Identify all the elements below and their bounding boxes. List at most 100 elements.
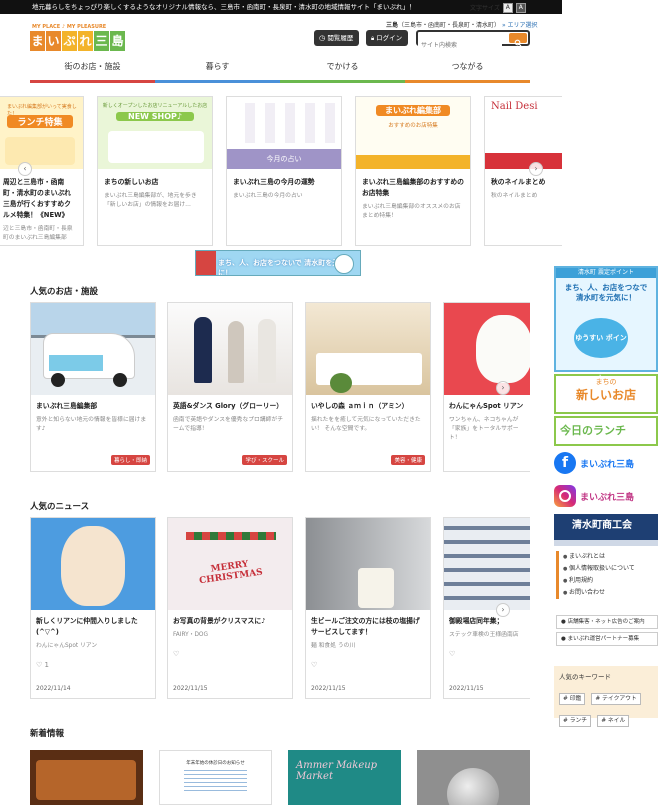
shop-photo — [168, 303, 292, 395]
search-button[interactable] — [509, 33, 527, 47]
news-title: お写真の背景がクリスマスに♪ — [173, 617, 266, 625]
card-desc: まいぷれ三島編集部が、地元を歩き「新しいお店」の情報をお届け… — [104, 193, 197, 208]
yusui-sidebar-banner[interactable]: 清水町 震定ポイント まち、人、お店をつなで 清水町を元気に！ ゆうすい ポイン… — [554, 266, 658, 382]
new-info-card[interactable]: Ammer Makeup Market — [288, 750, 401, 805]
news-title: 生ビールご注文の方には枝の塩揚げサービスしてます！ — [311, 617, 420, 636]
keyword-chip[interactable]: # ランチ — [559, 715, 592, 727]
search-box — [416, 30, 530, 52]
shop-photo — [31, 303, 155, 395]
carousel-card[interactable]: 今月の占い まいぷれ三島の今月の運勢 まいぷれ三島の今月の占い — [226, 96, 342, 246]
shop-name: わんにゃんSpot リアン — [449, 402, 524, 410]
keyword-chip[interactable]: # ネイル — [597, 715, 630, 727]
heart-icon: ♡ — [36, 661, 43, 669]
carousel-prev-button[interactable]: ‹ — [18, 162, 32, 176]
keyword-chip[interactable]: # テイクアウト — [591, 693, 641, 705]
card-title: 秋のネイルまとめ — [491, 178, 546, 186]
search-input[interactable] — [418, 39, 502, 52]
card-image: 今月の占い — [227, 97, 341, 169]
chevron-right-icon: › — [501, 605, 505, 614]
garland — [186, 532, 276, 540]
site-logo[interactable]: ま い ぷ れ 三 島 — [30, 31, 125, 53]
chevron-right-icon: › — [501, 383, 505, 392]
new-info-card[interactable] — [417, 750, 530, 805]
like-button[interactable]: ♡ — [449, 650, 455, 658]
like-button[interactable]: ♡ 1 — [36, 661, 49, 669]
link-contact[interactable]: お問い合わせ — [563, 587, 658, 599]
carousel-card[interactable]: 新しくオープンしたお店リニューアルしたお店 NEW SHOP♪ まちの新しいお店… — [97, 96, 213, 246]
card-image: Nail Desi — [485, 97, 562, 169]
plant — [330, 373, 352, 393]
card-image: まいぷれ編集部がいって実食した！ ランチ特集 — [0, 97, 83, 169]
card-image: 新しくオープンしたお店リニューアルしたお店 NEW SHOP♪ — [98, 97, 212, 169]
news-card[interactable]: MERRY CHRISTMAS お写真の背景がクリスマスに♪ FAIRY・DOG… — [167, 517, 293, 699]
banner-text: 今日のランチ — [560, 424, 626, 437]
dog-illustration — [476, 315, 530, 383]
font-large-button[interactable]: A — [515, 2, 526, 13]
instagram-label: まいぷれ三島 — [580, 492, 635, 503]
font-size-control: 文字サイズ A A — [470, 2, 562, 13]
facebook-link[interactable]: f まいぷれ三島 — [554, 448, 658, 478]
popular-shops-title: 人気のお店・施設 — [30, 287, 99, 297]
notice-title: 年末年始の休診日のお知らせ — [186, 761, 245, 766]
nav-item-shops[interactable]: 街のお店・施設 — [30, 56, 155, 83]
yusui-point-badge: ゆうすい ポイント — [574, 318, 628, 382]
font-small-button[interactable]: A — [502, 2, 513, 13]
like-button[interactable]: ♡ — [173, 650, 179, 658]
keyword-chip[interactable]: # 印鑑 — [559, 693, 586, 705]
shop-card[interactable]: まいぷれ三島編集部 意外と知らない地元の情報を皆様に届けます♪ 暮らし・即納 — [30, 302, 156, 472]
card-image-subtitle: 新しくオープンしたお店リニューアルしたお店 — [102, 103, 208, 109]
news-next-button[interactable]: › — [496, 603, 510, 617]
instagram-link[interactable]: まいぷれ三島 — [554, 480, 658, 512]
food-photo — [36, 760, 136, 800]
area-select-link[interactable]: » エリア選択 — [502, 22, 538, 29]
news-title: 御殿場店同年集； — [449, 617, 504, 625]
card-image-band: 今月の占い — [227, 149, 341, 169]
wheel — [51, 373, 65, 387]
carousel-card[interactable]: Nail Desi 秋のネイルまとめ 秋のネイルまとめ — [484, 96, 562, 246]
link-terms[interactable]: 利用規約 — [563, 575, 658, 587]
shops-next-button[interactable]: › — [496, 381, 510, 395]
new-shop-sidebar-banner[interactable]: まちの 新しいお店 — [554, 374, 658, 414]
main-nav: 街のお店・施設 暮らす でかける つながる — [30, 56, 530, 83]
news-card[interactable]: 生ビールご注文の方には枝の塩揚げサービスしてます！ 麺 和食処 うの川 ♡ 20… — [305, 517, 431, 699]
lunch-sidebar-banner[interactable]: 今日のランチ — [554, 416, 658, 446]
news-date: 2022/11/15 — [311, 685, 346, 692]
card-image-band — [485, 153, 562, 169]
news-source: 麺 和食処 うの川 — [311, 643, 356, 649]
logo-char: 島 — [110, 31, 125, 51]
nav-item-outing[interactable]: でかける — [280, 56, 405, 83]
carousel-card[interactable]: まいぷれ編集部 おすすめのお店特集 まいぷれ三島編集部のおすすめのお店特集 まい… — [355, 96, 471, 246]
news-card[interactable]: 新しくリアンに仲間入りしました(^▽^) わんにゃんSpot リアン ♡ 1 2… — [30, 517, 156, 699]
news-card[interactable]: 御殿場店同年集； ステック車検の王様函南店 ♡ 2022/11/15 — [443, 517, 530, 699]
login-button[interactable]: 🔒︎ ログイン — [366, 30, 409, 46]
banner-strip — [554, 540, 658, 546]
like-button[interactable]: ♡ — [311, 661, 317, 669]
partner-label: まいぷれ運営パートナー募集 — [567, 636, 640, 642]
new-info-card[interactable]: 年末年始の休診日のお知らせ — [159, 750, 272, 805]
card-desc: まいぷれ三島編集部のオススメのお店まとめ特集！ — [362, 204, 461, 219]
partner-link[interactable]: ● まいぷれ運営パートナー募集 — [556, 632, 658, 646]
person-illustration — [258, 319, 276, 383]
link-about[interactable]: まいぷれとは — [563, 551, 658, 563]
yusui-point-banner[interactable]: まち、人、お店をつないで 清水町を元気に！ — [195, 250, 361, 276]
ad-info-link[interactable]: ● 店舗集客・ネット広告のご案内 — [556, 615, 658, 629]
shop-illustration — [108, 131, 204, 163]
shop-name: いやしの森 ａｍｉｎ（アミン） — [311, 402, 409, 410]
link-privacy[interactable]: 個人情報取扱いについて — [563, 563, 658, 575]
calendar-table — [184, 770, 247, 794]
nav-item-connect[interactable]: つながる — [405, 56, 530, 83]
shoko-kai-banner[interactable]: 清水町商工会 — [554, 514, 658, 546]
carousel-card[interactable]: まいぷれ編集部がいって実食した！ ランチ特集 周辺と三島市・函南町・清水町のまい… — [0, 96, 84, 246]
new-info-card[interactable] — [30, 750, 143, 805]
history-button[interactable]: ◷ 閲覧履歴 — [314, 30, 360, 46]
shop-card[interactable]: いやしの森 ａｍｉｎ（アミン） 揺れたをを癒して元気になっていただきたい！ そん… — [305, 302, 431, 472]
fortune-illustration — [235, 103, 335, 143]
category-badge: 学び・スクール — [242, 455, 287, 465]
carousel-next-button[interactable]: › — [529, 162, 543, 176]
car-wrap — [49, 355, 103, 371]
card-image-title: NEW SHOP♪ — [116, 112, 194, 121]
shop-card[interactable]: わんにゃんSpot リアン ワンちゃん、ネコちゃんが「家族」をトータルサポート！ — [443, 302, 530, 472]
heart-icon: ♡ — [449, 650, 456, 658]
nav-item-living[interactable]: 暮らす — [155, 56, 280, 83]
shop-card[interactable]: 英語&ダンス Glory（グローリー） 函南で英語やダンスを優秀なプロ講師がチー… — [167, 302, 293, 472]
